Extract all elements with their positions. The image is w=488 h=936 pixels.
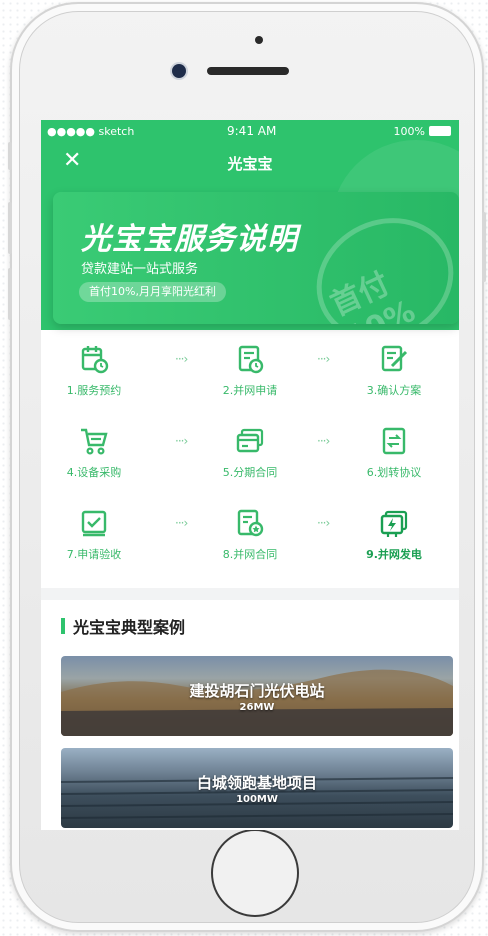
- banner-badge: 首付10%,月月享阳光红利: [79, 282, 226, 302]
- case-card[interactable]: 建投胡石门光伏电站 26MW: [61, 656, 453, 736]
- arrow-icon: ···›: [317, 434, 330, 448]
- section-title: 光宝宝典型案例: [73, 618, 186, 637]
- process-steps: 1.服务预约 ···› 2.并网申请 ···› 3.确认方案 4.设备采购 ··…: [41, 338, 459, 588]
- contract-icon: [237, 509, 264, 537]
- case-card[interactable]: 白城领跑基地项目 100MW: [61, 748, 453, 828]
- step-label: 4.设备采购: [66, 466, 122, 479]
- transfer-document-icon: [382, 427, 406, 455]
- power-button: [482, 212, 486, 282]
- step-equipment-purchase[interactable]: 4.设备采购: [49, 426, 139, 480]
- section-divider: [41, 588, 459, 600]
- section-accent-bar: [61, 618, 65, 634]
- step-label: 2.并网申请: [222, 384, 278, 397]
- arrow-icon: ···›: [175, 352, 188, 366]
- document-clock-icon: [238, 345, 264, 374]
- battery-icon: [429, 126, 451, 136]
- service-banner[interactable]: 首付10% 光宝宝服务说明 贷款建站一站式服务 首付10%,月月享阳光红利: [53, 192, 459, 324]
- volume-down-button: [8, 268, 12, 320]
- battery-percent: 100%: [393, 125, 425, 138]
- banner-subtitle: 贷款建站一站式服务: [81, 262, 199, 277]
- home-button[interactable]: [211, 829, 299, 917]
- arrow-icon: ···›: [317, 352, 330, 366]
- status-time: 9:41 AM: [227, 124, 277, 138]
- step-confirm-plan[interactable]: 3.确认方案: [349, 344, 439, 398]
- carrier-signal: ●●●●● sketch: [47, 125, 135, 138]
- arrow-icon: ···›: [317, 516, 330, 530]
- proximity-sensor: [255, 36, 263, 44]
- step-label: 6.划转协议: [366, 466, 422, 479]
- case-title: 白城领跑基地项目: [196, 774, 317, 792]
- power-icon: [380, 510, 408, 537]
- step-label: 7.申请验收: [66, 548, 122, 561]
- front-camera-icon: [172, 64, 186, 78]
- step-label: 3.确认方案: [366, 384, 422, 397]
- step-label: 9.并网发电: [366, 548, 422, 561]
- app-screen: ●●●●● sketch 9:41 AM 100% ✕ 光宝宝 首付10% 光宝…: [41, 120, 459, 830]
- earpiece-speaker: [207, 67, 289, 75]
- step-label: 1.服务预约: [66, 384, 122, 397]
- calendar-clock-icon: [81, 346, 109, 374]
- case-title: 建投胡石门光伏电站: [189, 682, 325, 700]
- arrow-icon: ···›: [175, 516, 188, 530]
- card-icon: [236, 428, 264, 453]
- volume-up-button: [8, 202, 12, 254]
- step-installment-contract[interactable]: 5.分期合同: [205, 426, 295, 480]
- step-label: 8.并网合同: [222, 548, 278, 561]
- case-capacity: 100MW: [236, 794, 278, 805]
- step-label: 5.分期合同: [222, 466, 278, 479]
- step-grid-contract[interactable]: 8.并网合同: [205, 508, 295, 562]
- banner-title: 光宝宝服务说明: [81, 222, 298, 257]
- step-grid-application[interactable]: 2.并网申请: [205, 344, 295, 398]
- step-service-booking[interactable]: 1.服务预约: [49, 344, 139, 398]
- page-title: 光宝宝: [227, 155, 273, 173]
- mute-switch: [8, 142, 12, 170]
- arrow-icon: ···›: [175, 434, 188, 448]
- checkbox-icon: [81, 510, 107, 537]
- step-grid-power-generation[interactable]: 9.并网发电: [349, 508, 439, 562]
- document-edit-icon: [381, 345, 408, 372]
- status-bar: ●●●●● sketch 9:41 AM 100%: [41, 120, 459, 142]
- nav-bar: ✕ 光宝宝: [41, 142, 459, 186]
- shopping-cart-icon: [81, 428, 108, 455]
- case-capacity: 26MW: [239, 702, 275, 713]
- step-transfer-agreement[interactable]: 6.划转协议: [349, 426, 439, 480]
- step-acceptance-application[interactable]: 7.申请验收: [49, 508, 139, 562]
